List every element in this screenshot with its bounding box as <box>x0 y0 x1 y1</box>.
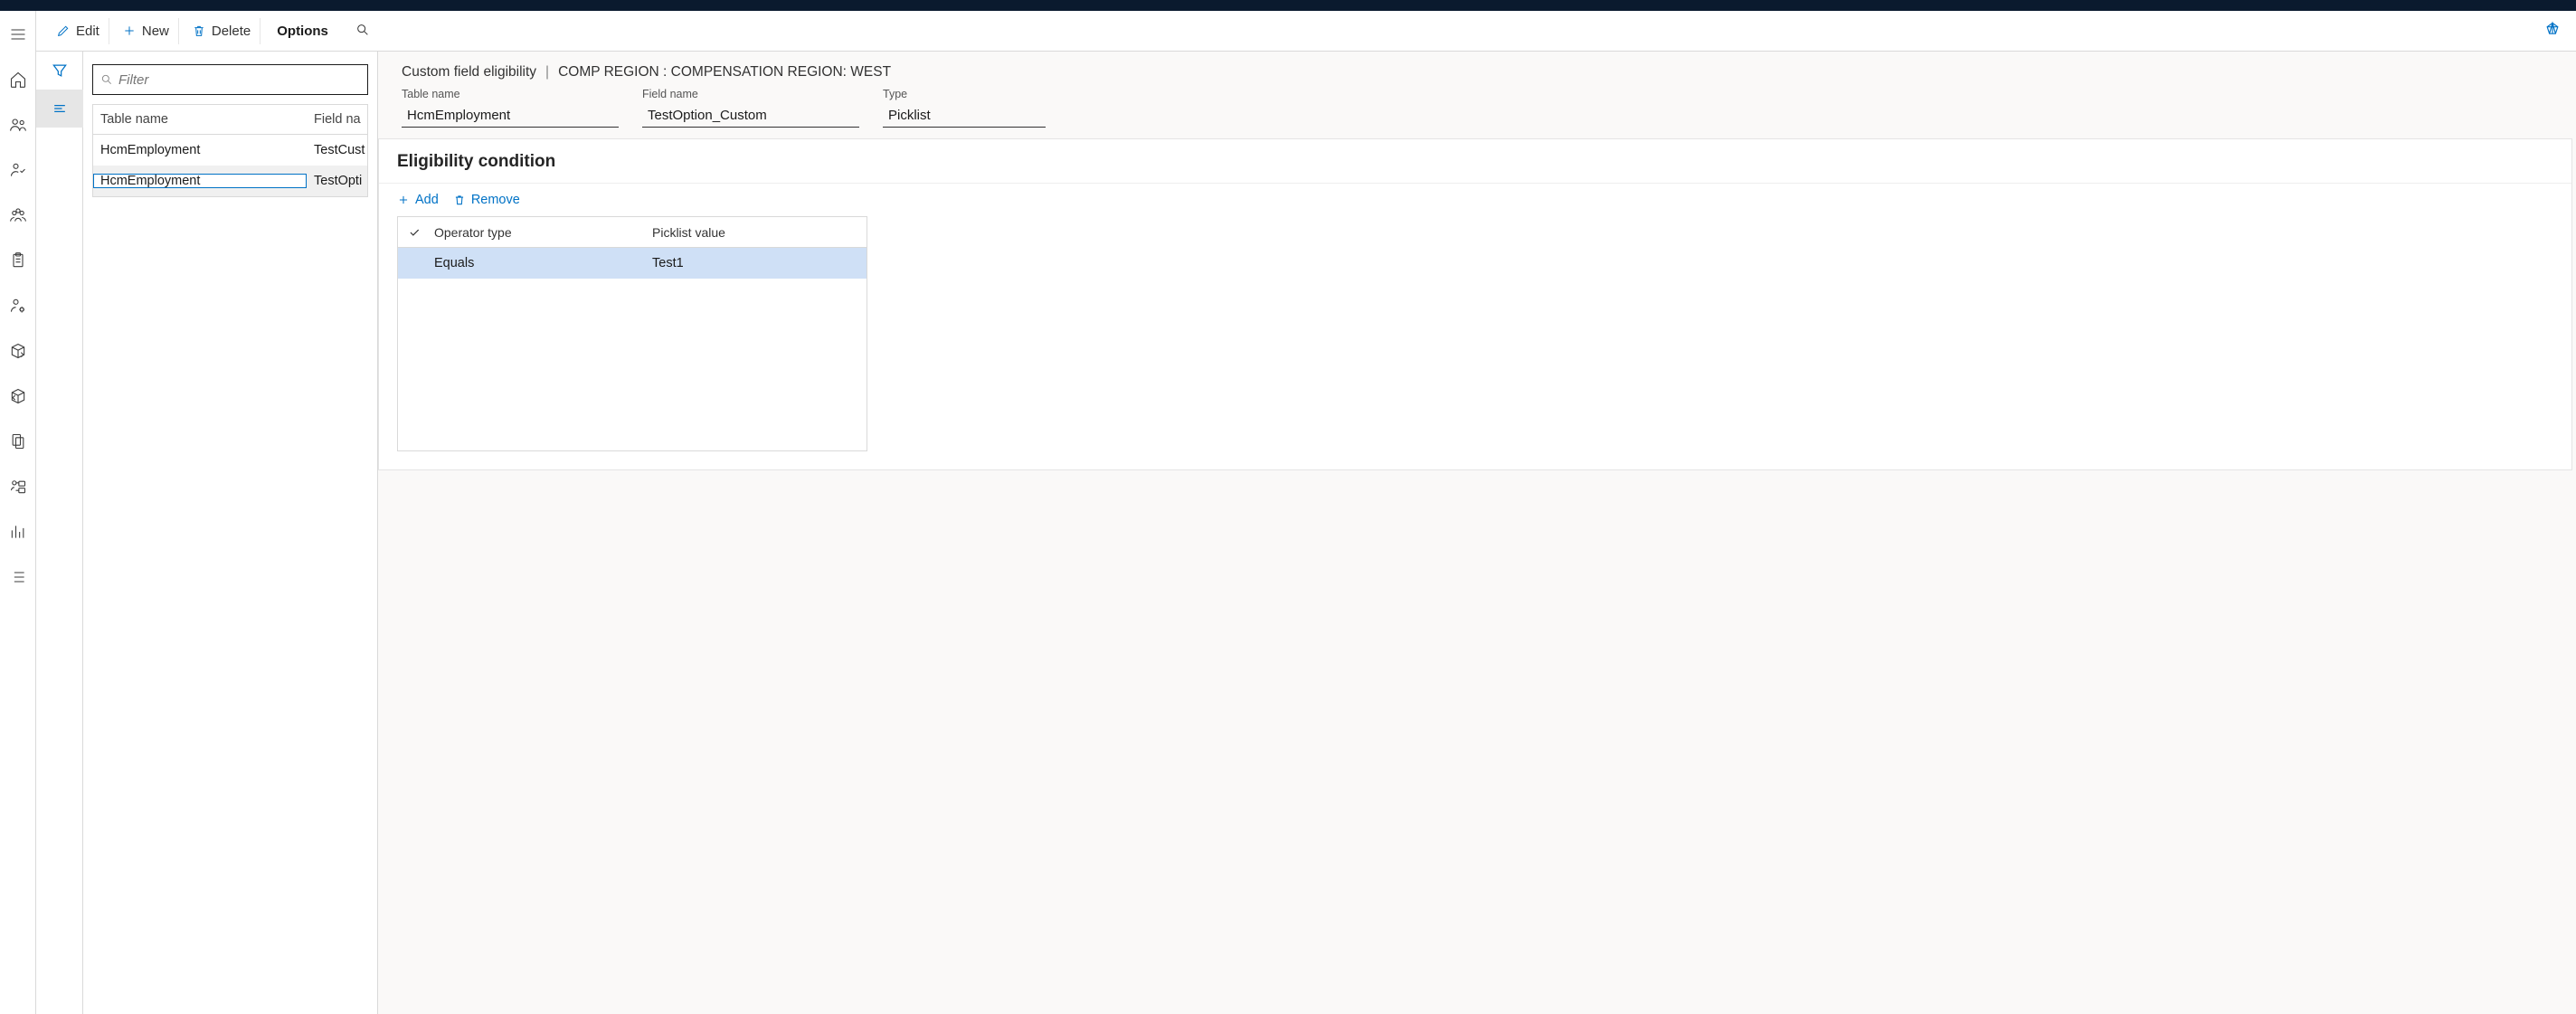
field-name-label: Field name <box>642 88 859 100</box>
funnel-icon[interactable] <box>36 52 83 90</box>
person-hand-icon[interactable] <box>4 156 33 185</box>
add-label: Add <box>415 193 439 207</box>
options-button[interactable]: Options <box>264 18 341 44</box>
new-button[interactable]: New <box>113 18 179 44</box>
clipboard-icon[interactable] <box>4 246 33 275</box>
row-field-cell: TestCust <box>307 143 367 157</box>
delete-label: Delete <box>212 24 251 39</box>
filter-input[interactable] <box>118 72 360 88</box>
list-pane: Table name Field na HcmEmployment TestCu… <box>83 52 378 1014</box>
grid-header-row: Table name Field na <box>93 105 367 135</box>
crumb-current: COMP REGION : COMPENSATION REGION: WEST <box>558 64 891 81</box>
search-icon <box>100 73 113 86</box>
eligibility-section: Eligibility condition Add Remove <box>378 138 2572 470</box>
cond-value-cell: Test1 <box>649 256 867 270</box>
cond-operator-cell: Equals <box>431 256 649 270</box>
filter-rail <box>36 52 83 1014</box>
breadcrumb: Custom field eligibility | COMP REGION :… <box>402 64 2552 81</box>
hamburger-icon[interactable] <box>4 20 33 49</box>
home-icon[interactable] <box>4 65 33 94</box>
grid-header-table[interactable]: Table name <box>93 105 307 134</box>
command-bar: Edit New Delete Options <box>36 11 2576 52</box>
crumb-root: Custom field eligibility <box>402 64 536 81</box>
nav-rail <box>0 11 36 1014</box>
table-name-label: Table name <box>402 88 619 100</box>
table-row[interactable]: HcmEmployment TestCust <box>93 135 367 166</box>
condition-header-row: Operator type Picklist value <box>398 217 867 248</box>
list-grid: Table name Field na HcmEmployment TestCu… <box>92 104 368 197</box>
grid-header-field[interactable]: Field na <box>307 105 367 134</box>
edit-button[interactable]: Edit <box>47 18 109 44</box>
remove-label: Remove <box>471 193 520 207</box>
new-label: New <box>142 24 169 39</box>
lines-icon[interactable] <box>36 90 83 128</box>
options-label: Options <box>277 24 328 39</box>
crumb-sep: | <box>545 64 549 81</box>
row-table-cell: HcmEmployment <box>93 174 307 188</box>
splitter-handle[interactable] <box>375 518 381 547</box>
box-arrow2-icon[interactable] <box>4 382 33 411</box>
cond-header-value[interactable]: Picklist value <box>649 225 867 240</box>
check-all-icon[interactable] <box>398 226 431 239</box>
row-table-cell: HcmEmployment <box>93 143 307 157</box>
remove-button[interactable]: Remove <box>453 193 520 207</box>
org-icon[interactable] <box>4 472 33 501</box>
row-field-cell: TestOpti <box>307 174 367 188</box>
add-button[interactable]: Add <box>397 193 439 207</box>
section-title: Eligibility condition <box>379 139 2571 184</box>
condition-grid: Operator type Picklist value Equals Test… <box>397 216 867 451</box>
gem-icon[interactable] <box>2540 17 2565 45</box>
search-button[interactable] <box>350 17 375 45</box>
type-field[interactable] <box>883 104 1046 128</box>
field-name-field[interactable] <box>642 104 859 128</box>
team-icon[interactable] <box>4 201 33 230</box>
edit-label: Edit <box>76 24 99 39</box>
cond-header-operator[interactable]: Operator type <box>431 225 649 240</box>
person-gear-icon[interactable] <box>4 291 33 320</box>
type-label: Type <box>883 88 1046 100</box>
bar-chart-icon[interactable] <box>4 517 33 546</box>
filter-box[interactable] <box>92 64 368 95</box>
box-arrow-icon[interactable] <box>4 336 33 365</box>
people-icon[interactable] <box>4 110 33 139</box>
delete-button[interactable]: Delete <box>183 18 260 44</box>
app-topbar <box>0 0 2576 11</box>
list-icon[interactable] <box>4 563 33 592</box>
table-name-field[interactable] <box>402 104 619 128</box>
docs-icon[interactable] <box>4 427 33 456</box>
table-row[interactable]: HcmEmployment TestOpti <box>93 166 367 196</box>
detail-pane: Custom field eligibility | COMP REGION :… <box>378 52 2576 1014</box>
condition-row[interactable]: Equals Test1 <box>398 248 867 279</box>
